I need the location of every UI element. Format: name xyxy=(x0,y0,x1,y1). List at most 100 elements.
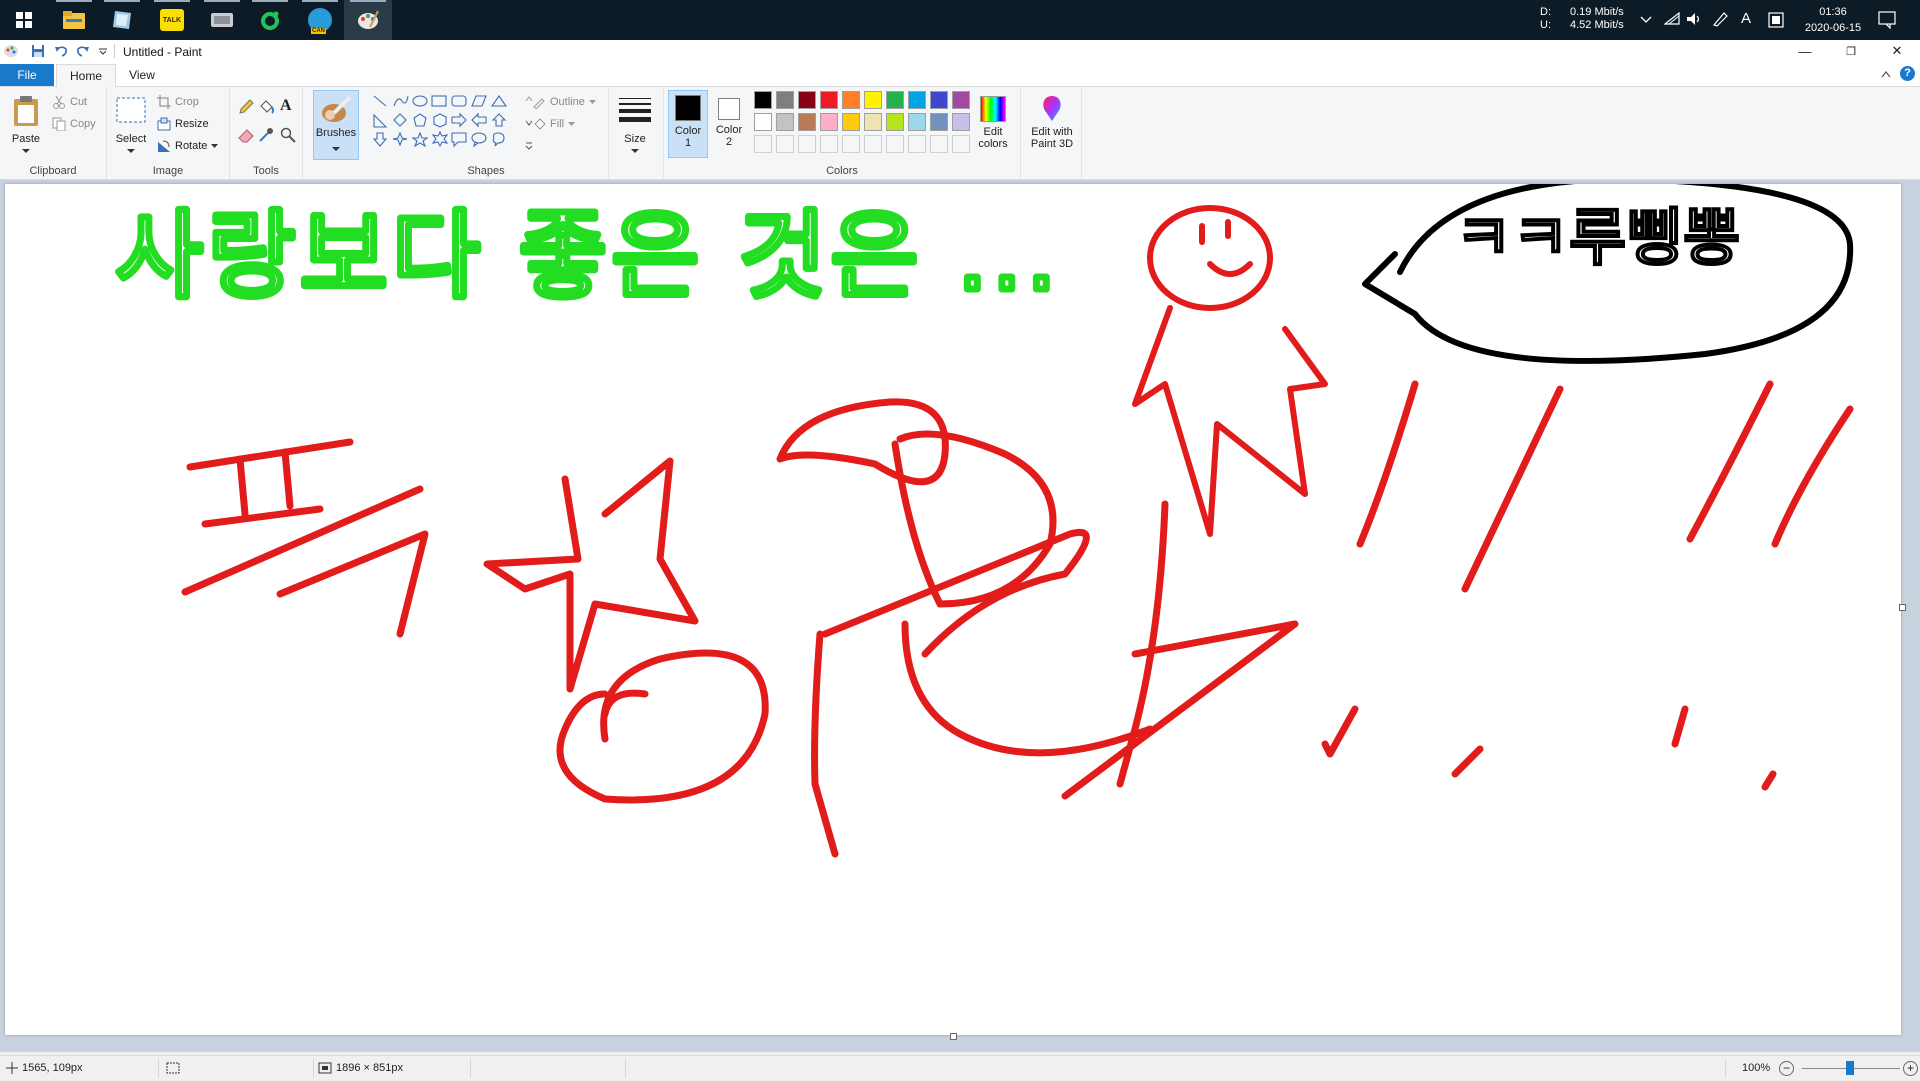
edit-colors-button[interactable]: Edit colors xyxy=(970,90,1016,158)
zoom-out-button[interactable]: − xyxy=(1779,1061,1794,1076)
color2-button[interactable]: Color 2 xyxy=(710,90,750,158)
speech-bubble-text: ㅋㅋ루삥뽕 xyxy=(1455,201,1740,274)
tab-home[interactable]: Home xyxy=(56,64,116,87)
color-picker-icon[interactable] xyxy=(258,127,274,143)
edge-canary-icon: CAN xyxy=(308,8,332,34)
taskbar-edge-canary[interactable]: CAN xyxy=(296,0,344,40)
brushes-button[interactable]: Brushes xyxy=(313,90,359,160)
palette-swatch[interactable] xyxy=(776,91,794,109)
color1-button[interactable]: Color 1 xyxy=(668,90,708,158)
resize-handle-bottom[interactable] xyxy=(950,1033,957,1040)
palette-swatch[interactable] xyxy=(908,91,926,109)
palette-swatch[interactable] xyxy=(820,91,838,109)
tab-view[interactable]: View xyxy=(116,64,168,86)
palette-swatch[interactable] xyxy=(798,113,816,131)
taskbar-file-explorer[interactable] xyxy=(50,0,98,40)
magnifier-icon[interactable] xyxy=(280,127,296,143)
palette-swatch[interactable] xyxy=(930,91,948,109)
palette-swatch[interactable] xyxy=(952,113,970,131)
palette-swatch[interactable] xyxy=(776,113,794,131)
notes-icon xyxy=(113,11,131,29)
redo-icon[interactable] xyxy=(76,44,90,58)
size-group: Size xyxy=(609,87,664,179)
undo-icon[interactable] xyxy=(54,44,68,58)
palette-swatch[interactable] xyxy=(842,113,860,131)
tab-file[interactable]: File xyxy=(0,64,54,86)
cut-label: Cut xyxy=(70,96,88,108)
save-icon[interactable] xyxy=(31,44,45,58)
collapse-ribbon-icon[interactable] xyxy=(1881,70,1891,78)
palette-swatch[interactable] xyxy=(842,91,860,109)
fill-button[interactable]: Fill xyxy=(532,117,576,131)
ime-indicator[interactable]: A xyxy=(1741,10,1751,27)
clock[interactable]: 01:36 2020-06-15 xyxy=(1795,4,1871,36)
rotate-button[interactable]: Rotate xyxy=(157,139,219,153)
taskbar-kakaotalk[interactable]: TALK xyxy=(148,0,196,40)
fill-bucket-icon[interactable] xyxy=(258,99,274,115)
cut-button[interactable]: Cut xyxy=(52,95,87,109)
eraser-icon[interactable] xyxy=(238,127,254,143)
custom-color-slot[interactable] xyxy=(820,135,838,153)
status-bar: 1565, 109px 1896 × 851px 100% − + xyxy=(0,1055,1920,1081)
scissors-icon xyxy=(53,95,65,109)
minimize-button[interactable]: — xyxy=(1782,40,1828,62)
line-size-icon xyxy=(619,98,651,122)
palette-swatch[interactable] xyxy=(754,113,772,131)
taskbar-notes-app[interactable] xyxy=(98,0,146,40)
paint-app-icon[interactable] xyxy=(3,44,19,58)
custom-color-slot[interactable] xyxy=(864,135,882,153)
palette-swatch[interactable] xyxy=(886,91,904,109)
pencil-icon[interactable] xyxy=(238,99,254,115)
keyboard-layout-icon[interactable] xyxy=(1768,12,1784,28)
custom-color-slot[interactable] xyxy=(930,135,948,153)
shapes-gallery[interactable] xyxy=(370,93,522,153)
palette-swatch[interactable] xyxy=(864,113,882,131)
select-button[interactable]: Select xyxy=(113,91,149,157)
palette-swatch[interactable] xyxy=(908,113,926,131)
green-handwritten-text: 사랑보다 좋은 것은 ... xyxy=(115,200,1061,312)
resize-handle-right[interactable] xyxy=(1899,604,1906,611)
taskbar-device-app[interactable] xyxy=(198,0,246,40)
zoom-slider[interactable] xyxy=(1802,1061,1900,1075)
customize-qat-icon[interactable] xyxy=(98,48,108,56)
custom-color-slot[interactable] xyxy=(798,135,816,153)
start-button[interactable] xyxy=(0,0,48,40)
palette-swatch[interactable] xyxy=(930,113,948,131)
volume-icon[interactable] xyxy=(1686,12,1702,26)
custom-color-slot[interactable] xyxy=(908,135,926,153)
outline-button[interactable]: Outline xyxy=(532,95,596,109)
crop-button[interactable]: Crop xyxy=(157,95,199,109)
resize-button[interactable]: Resize xyxy=(157,117,209,131)
taskbar-green-ring-app[interactable] xyxy=(246,0,294,40)
help-icon[interactable]: ? xyxy=(1900,66,1915,81)
zoom-in-button[interactable]: + xyxy=(1903,1061,1918,1076)
pen-icon[interactable] xyxy=(1712,11,1730,27)
palette-swatch[interactable] xyxy=(754,91,772,109)
custom-color-slot[interactable] xyxy=(842,135,860,153)
palette-swatch[interactable] xyxy=(864,91,882,109)
chevron-up-icon[interactable] xyxy=(1640,16,1652,24)
color2-label: Color 2 xyxy=(715,124,743,148)
notification-icon[interactable] xyxy=(1878,11,1896,29)
edit-with-paint3d-button[interactable]: Edit with Paint 3D xyxy=(1025,90,1079,158)
palette-swatch[interactable] xyxy=(886,113,904,131)
size-button[interactable]: Size xyxy=(615,91,655,159)
close-button[interactable]: ✕ xyxy=(1874,40,1920,62)
status-separator xyxy=(313,1059,314,1078)
palette-swatch[interactable] xyxy=(798,91,816,109)
custom-color-slot[interactable] xyxy=(776,135,794,153)
palette-swatch[interactable] xyxy=(820,113,838,131)
copy-button[interactable]: Copy xyxy=(52,117,96,131)
drawing-canvas[interactable]: 사랑보다 좋은 것은 ... ㅋㅋ루삥뽕 xyxy=(5,184,1906,1040)
taskbar-paint[interactable] xyxy=(344,0,392,40)
custom-color-slot[interactable] xyxy=(952,135,970,153)
wifi-icon[interactable] xyxy=(1664,12,1680,26)
text-tool-icon[interactable]: A xyxy=(280,97,292,115)
custom-color-slot[interactable] xyxy=(754,135,772,153)
paste-button[interactable]: Paste xyxy=(6,91,46,155)
zoom-slider-thumb[interactable] xyxy=(1846,1061,1854,1075)
palette-swatch[interactable] xyxy=(952,91,970,109)
custom-color-slot[interactable] xyxy=(886,135,904,153)
restore-button[interactable]: ❐ xyxy=(1828,40,1874,62)
taskbar: TALK CAN D: 0.19 Mbit/s U: 4.52 Mbit/s A 0… xyxy=(0,0,1920,40)
